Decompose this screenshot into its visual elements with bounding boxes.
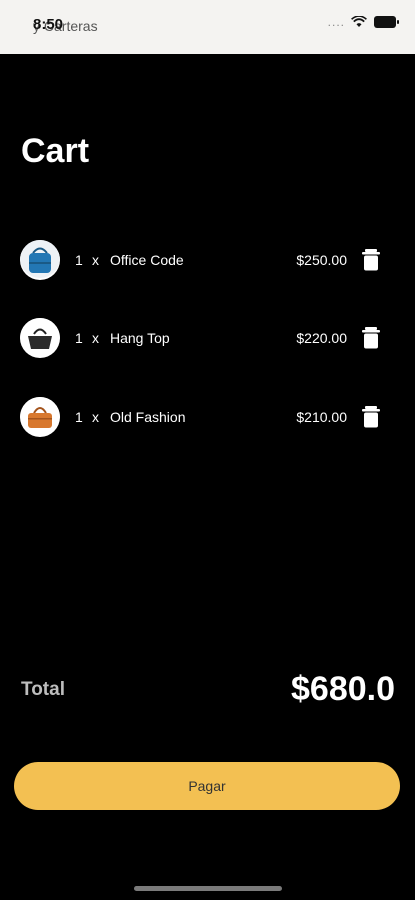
item-quantity: 1	[75, 409, 83, 425]
total-label: Total	[21, 679, 65, 700]
multiply-sign: x	[92, 252, 99, 268]
pay-button[interactable]: Pagar	[14, 762, 400, 810]
blue-bag-icon	[20, 240, 60, 280]
item-name: Office Code	[110, 252, 184, 268]
item-name: Old Fashion	[110, 409, 186, 425]
cart-item: 1 x Old Fashion $210.00	[0, 397, 415, 445]
trash-icon[interactable]	[361, 406, 381, 428]
home-indicator	[134, 886, 282, 891]
battery-icon	[373, 14, 401, 30]
item-quantity: 1	[75, 252, 83, 268]
multiply-sign: x	[92, 409, 99, 425]
total-value: $680.0	[291, 670, 395, 708]
item-quantity: 1	[75, 330, 83, 346]
status-icons: ....	[328, 14, 401, 30]
cart-item: 1 x Hang Top $220.00	[0, 318, 415, 366]
product-thumbnail	[20, 240, 60, 280]
wifi-icon	[351, 16, 367, 28]
page-title: Cart	[21, 132, 90, 170]
multiply-sign: x	[92, 330, 99, 346]
trash-icon[interactable]	[361, 249, 381, 271]
product-thumbnail	[20, 397, 60, 437]
item-name: Hang Top	[110, 330, 170, 346]
signal-dots: ....	[327, 15, 345, 29]
trash-icon[interactable]	[361, 327, 381, 349]
item-price: $250.00	[296, 252, 347, 268]
black-bag-icon	[20, 318, 60, 358]
status-time: 8:50	[33, 16, 64, 33]
orange-bag-icon	[20, 397, 60, 437]
cart-item: 1 x Office Code $250.00	[0, 240, 415, 288]
item-price: $210.00	[296, 409, 347, 425]
status-bar: y Carteras 8:50 ....	[0, 0, 415, 54]
item-price: $220.00	[296, 330, 347, 346]
product-thumbnail	[20, 318, 60, 358]
